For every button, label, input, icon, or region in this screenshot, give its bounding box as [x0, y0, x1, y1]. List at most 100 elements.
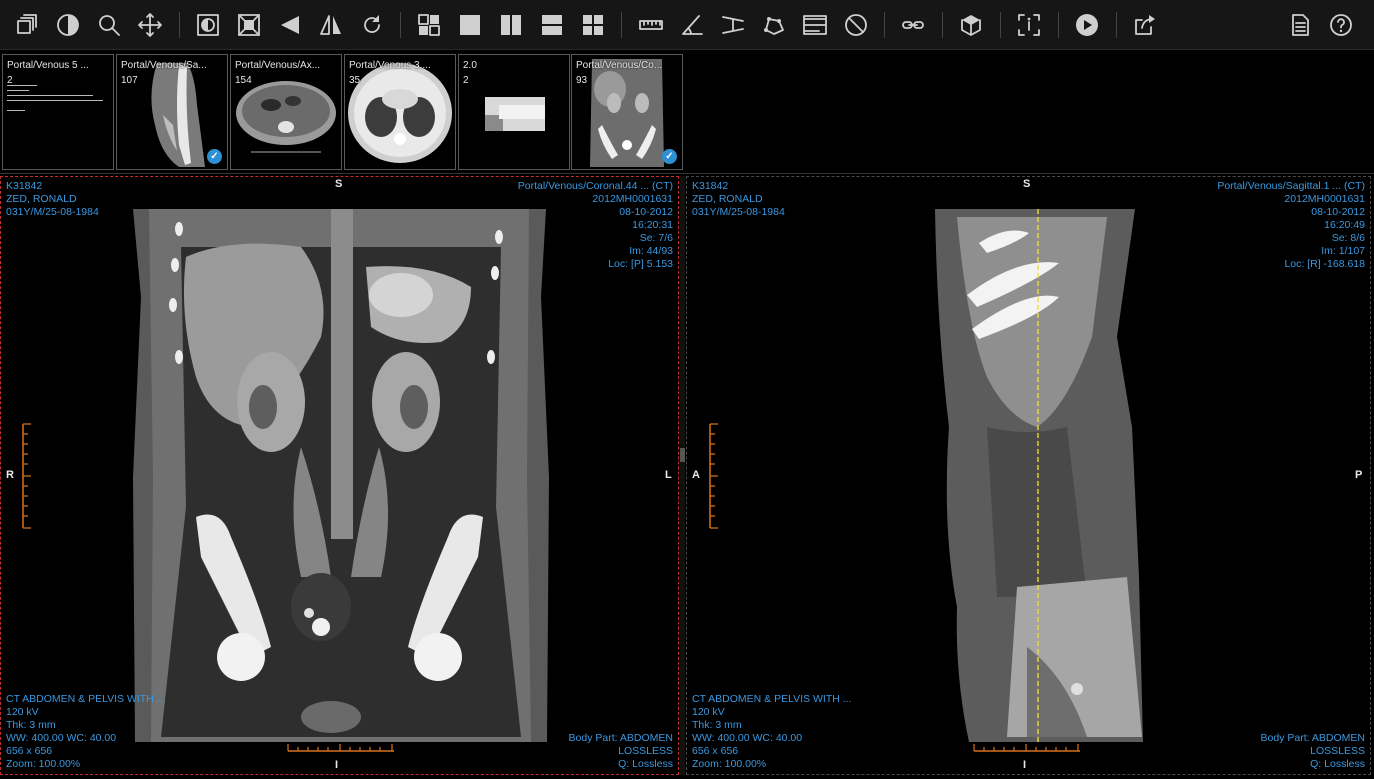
series-thumbnail[interactable]: Portal/Venous 5 ... 2 — [2, 54, 114, 170]
series-description: Portal/Venous/Sagittal.1 ... (CT) — [1217, 180, 1365, 192]
study-time: 16:20:49 — [1324, 219, 1365, 231]
orientation-left: R — [6, 469, 14, 481]
patient-id: K31842 — [6, 180, 43, 192]
orientation-bottom: I — [335, 759, 339, 771]
layout-custom-icon[interactable] — [414, 9, 444, 41]
quality: Q: Lossless — [618, 758, 673, 770]
slice-location: Loc: [P] 5.153 — [608, 258, 673, 270]
loaded-check-icon: ✓ — [207, 149, 222, 164]
viewport-coronal[interactable]: S I R L K31842 ZED, RONALD 031Y/M/25-08-… — [0, 176, 679, 775]
patient-name: ZED, RONALD — [6, 193, 77, 205]
window-level: WW: 400.00 WC: 40.00 — [692, 732, 803, 744]
thumbnail-label: Portal/Venous/Ax... — [235, 60, 321, 71]
thumbnail-image-count: 93 — [576, 75, 588, 86]
slice-thickness: Thk: 3 mm — [6, 719, 56, 731]
cobb-angle-icon[interactable] — [718, 9, 748, 41]
orientation-right: P — [1355, 469, 1363, 481]
patient-age-sex-dob: 031Y/M/25-08-1984 — [6, 206, 99, 218]
patient-info-overlay: K31842 ZED, RONALD 031Y/M/25-08-1984 — [692, 180, 785, 219]
matrix-size: 656 x 656 — [692, 745, 739, 757]
dicom-info-icon[interactable] — [1014, 9, 1044, 41]
layout-1x2-icon[interactable] — [496, 9, 526, 41]
cine-play-icon[interactable] — [1072, 9, 1102, 41]
study-date: 08-10-2012 — [619, 206, 673, 218]
share-icon[interactable] — [1130, 9, 1160, 41]
body-part: Body Part: ABDOMEN — [1260, 732, 1365, 744]
series-thumbnail[interactable]: Portal/Venous/Sa... 107 ✓ — [116, 54, 228, 170]
quality: Q: Lossless — [1310, 758, 1365, 770]
toolbar — [0, 0, 1374, 50]
zoom-icon[interactable] — [94, 9, 124, 41]
rotate-icon[interactable] — [357, 9, 387, 41]
report-icon[interactable] — [1285, 9, 1315, 41]
length-measure-icon[interactable] — [636, 9, 666, 41]
pan-icon[interactable] — [135, 9, 165, 41]
zoom-level: Zoom: 100.00% — [692, 758, 767, 770]
thumbnail-image — [459, 55, 569, 169]
link-series-icon[interactable] — [898, 9, 928, 41]
image-number: Im: 1/107 — [1321, 245, 1365, 257]
help-icon[interactable] — [1326, 9, 1356, 41]
horizontal-scale-bar — [287, 744, 394, 752]
angle-measure-icon[interactable] — [677, 9, 707, 41]
series-thumbnail[interactable]: Portal/Venous 3.... 35 — [344, 54, 456, 170]
series-thumbnail[interactable]: 2.0 2 — [458, 54, 570, 170]
viewport-splitter[interactable] — [680, 176, 685, 775]
series-thumbnail[interactable]: Portal/Venous/Ax... 154 — [230, 54, 342, 170]
accession-number: 2012MH0001631 — [592, 193, 673, 205]
splitter-grip[interactable] — [680, 448, 685, 462]
series-stack-icon[interactable] — [12, 9, 42, 41]
thumbnail-image — [231, 55, 341, 169]
study-info-overlay: Portal/Venous/Sagittal.1 ... (CT) 2012MH… — [1217, 180, 1365, 271]
fit-to-window-icon[interactable] — [234, 9, 264, 41]
annotation-text-icon[interactable] — [800, 9, 830, 41]
patient-age-sex-dob: 031Y/M/25-08-1984 — [692, 206, 785, 218]
accession-number: 2012MH0001631 — [1284, 193, 1365, 205]
horizontal-scale-bar — [973, 744, 1080, 752]
zoom-level: Zoom: 100.00% — [6, 758, 81, 770]
study-description: CT ABDOMEN & PELVIS WITH ... — [692, 693, 852, 705]
thumbnail-label: Portal/Venous 3.... — [349, 60, 431, 71]
flip-vertical-icon[interactable] — [316, 9, 346, 41]
thumbnail-label: 2.0 — [463, 60, 477, 71]
thumbnail-image-count: 35 — [349, 75, 361, 86]
thumbnail-label: Portal/Venous/Sa... — [121, 60, 207, 71]
invert-icon[interactable] — [193, 9, 223, 41]
3d-cube-icon[interactable] — [956, 9, 986, 41]
study-description: CT ABDOMEN & PELVIS WITH ... — [6, 693, 166, 705]
matrix-size: 656 x 656 — [6, 745, 53, 757]
study-info-overlay: Portal/Venous/Coronal.44 ... (CT) 2012MH… — [518, 180, 673, 271]
roi-freehand-icon[interactable] — [759, 9, 789, 41]
flip-horizontal-icon[interactable] — [275, 9, 305, 41]
slice-location: Loc: [R] -168.618 — [1284, 258, 1365, 270]
vertical-scale-bar — [709, 423, 718, 529]
viewport-sagittal[interactable]: S I A P K31842 ZED, RONALD 031Y/M/25-08-… — [686, 176, 1371, 775]
orientation-left: A — [692, 469, 700, 481]
thumbnail-label: Portal/Venous/Co... — [576, 60, 663, 71]
series-number: Se: 8/6 — [1331, 232, 1365, 244]
series-thumbnail-strip: Portal/Venous 5 ... 2 Portal/Venous/Sa..… — [0, 51, 1374, 174]
compression: LOSSLESS — [1310, 745, 1365, 757]
compression-info-overlay: Body Part: ABDOMEN LOSSLESS Q: Lossless — [569, 732, 673, 771]
study-time: 16:20:31 — [632, 219, 673, 231]
compression-info-overlay: Body Part: ABDOMEN LOSSLESS Q: Lossless — [1261, 732, 1365, 771]
clear-annotations-icon[interactable] — [841, 9, 871, 41]
compression: LOSSLESS — [618, 745, 673, 757]
orientation-right: L — [665, 469, 672, 481]
window-level: WW: 400.00 WC: 40.00 — [6, 732, 117, 744]
window-level-icon[interactable] — [53, 9, 83, 41]
body-part: Body Part: ABDOMEN — [568, 732, 673, 744]
series-number: Se: 7/6 — [639, 232, 673, 244]
series-thumbnail[interactable]: Portal/Venous/Co... 93 ✓ — [571, 54, 683, 170]
orientation-bottom: I — [1023, 759, 1027, 771]
thumbnail-image-count: 154 — [235, 75, 252, 86]
kvp: 120 kV — [692, 706, 725, 718]
study-date: 08-10-2012 — [1311, 206, 1365, 218]
layout-2x1-icon[interactable] — [537, 9, 567, 41]
thumbnail-image — [345, 55, 455, 169]
thumbnail-image — [3, 55, 113, 169]
loaded-check-icon: ✓ — [662, 149, 677, 164]
layout-1x1-icon[interactable] — [455, 9, 485, 41]
patient-name: ZED, RONALD — [692, 193, 763, 205]
layout-2x2-icon[interactable] — [578, 9, 608, 41]
